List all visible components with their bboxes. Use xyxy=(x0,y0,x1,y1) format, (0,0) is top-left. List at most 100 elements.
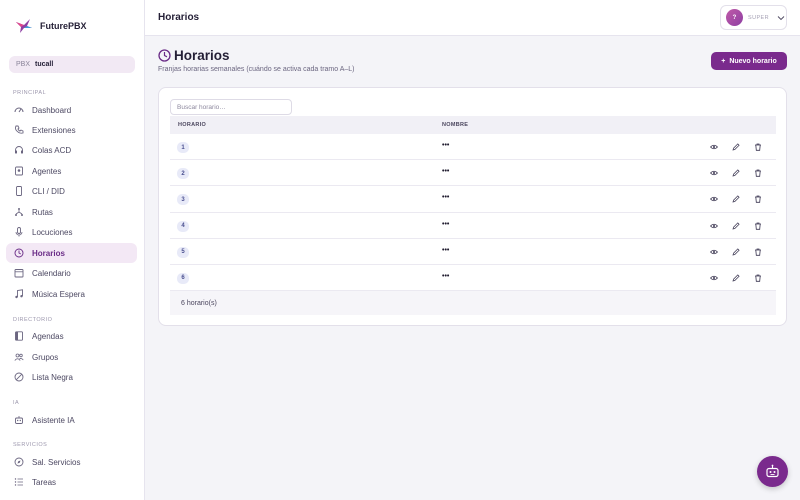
pencil-icon[interactable] xyxy=(731,221,741,231)
sidebar-item-lista-negra[interactable]: Lista Negra xyxy=(6,367,137,387)
section-title-directorio: DIRECTORIO xyxy=(13,317,53,323)
nombre-cell: ••• xyxy=(442,194,450,202)
pencil-icon[interactable] xyxy=(731,194,741,204)
sidebar-item-cli-did[interactable]: CLI / DID xyxy=(6,181,137,201)
pencil-icon[interactable] xyxy=(731,247,741,257)
calendar-icon xyxy=(14,268,24,278)
sidebar-item-label: Rutas xyxy=(32,207,53,217)
column-header-nombre[interactable]: NOMBRE xyxy=(442,122,468,128)
brand[interactable]: FuturePBX xyxy=(14,16,87,36)
sidebar-item-calendario[interactable]: Calendario xyxy=(6,263,137,283)
sidebar-item-asistente-ia[interactable]: Asistente IA xyxy=(6,410,137,430)
sidebar-item-label: Agentes xyxy=(32,166,62,176)
routes-icon xyxy=(14,207,24,217)
eye-icon[interactable] xyxy=(709,194,719,204)
pencil-icon[interactable] xyxy=(731,168,741,178)
sidebar-item-sal-servicios[interactable]: Sal. Servicios xyxy=(6,452,137,472)
sidebar-item-musica-espera[interactable]: Música Espera xyxy=(6,284,137,304)
plus-icon: + xyxy=(721,57,726,65)
headset-icon xyxy=(14,145,24,155)
pbx-value: tucall xyxy=(35,61,54,68)
horario-badge: 3 xyxy=(177,194,189,206)
sidebar-item-label: Extensiones xyxy=(32,125,76,135)
sidebar-item-label: Lista Negra xyxy=(32,372,73,382)
sidebar-item-rutas[interactable]: Rutas xyxy=(6,202,137,222)
sidebar-item-label: Sal. Servicios xyxy=(32,457,81,467)
table-row[interactable]: 3 ••• xyxy=(170,186,776,213)
nombre-cell: ••• xyxy=(442,168,450,176)
sidebar-item-label: Locuciones xyxy=(32,227,73,237)
robot-icon xyxy=(766,464,779,478)
section-title-ia: IA xyxy=(13,400,20,406)
dashboard-icon xyxy=(14,105,24,115)
music-icon xyxy=(14,289,24,299)
trash-icon[interactable] xyxy=(753,194,763,204)
section-title-servicios: SERVICIOS xyxy=(13,442,48,448)
user-menu[interactable]: ? SUPER xyxy=(720,5,787,30)
table-row[interactable]: 1 ••• xyxy=(170,134,776,161)
search-input[interactable] xyxy=(170,99,292,115)
trash-icon[interactable] xyxy=(753,221,763,231)
pencil-icon[interactable] xyxy=(731,142,741,152)
section-title-principal: PRINCIPAL xyxy=(13,90,47,96)
topbar: Horarios ? SUPER xyxy=(145,0,800,36)
pbx-label: PBX xyxy=(16,61,31,68)
sidebar-item-label: Colas ACD xyxy=(32,145,72,155)
eye-icon[interactable] xyxy=(709,273,719,283)
eye-icon[interactable] xyxy=(709,221,719,231)
sidebar-item-agentes[interactable]: Agentes xyxy=(6,161,137,181)
horarios-table: HORARIO NOMBRE 1 ••• 2 ••• 3 ••• 4 ••• 5… xyxy=(170,116,776,292)
sidebar-item-grupos[interactable]: Grupos xyxy=(6,347,137,367)
sidebar-item-extensiones[interactable]: Extensiones xyxy=(6,120,137,140)
pbx-selector[interactable]: PBX tucall xyxy=(9,56,135,73)
sidebar-item-colas-acd[interactable]: Colas ACD xyxy=(6,140,137,160)
page-title: Horarios xyxy=(174,48,230,63)
sidebar: FuturePBX PBX tucall PRINCIPAL Dashboard… xyxy=(0,0,145,500)
sidebar-item-label: Música Espera xyxy=(32,289,85,299)
assistant-fab-button[interactable] xyxy=(757,456,788,487)
trash-icon[interactable] xyxy=(753,273,763,283)
sidebar-item-horarios[interactable]: Horarios xyxy=(6,243,137,263)
horario-badge: 2 xyxy=(177,168,189,180)
sidebar-item-agendas[interactable]: Agendas xyxy=(6,326,137,346)
sidebar-item-label: Grupos xyxy=(32,352,59,362)
user-role: SUPER xyxy=(748,14,769,21)
badge-icon xyxy=(14,166,24,176)
chevron-down-icon xyxy=(777,15,785,20)
sidebar-item-label: Asistente IA xyxy=(32,415,75,425)
table-row[interactable]: 6 ••• xyxy=(170,265,776,292)
table-row[interactable]: 5 ••• xyxy=(170,239,776,265)
sidebar-item-label: CLI / DID xyxy=(32,186,65,196)
eye-icon[interactable] xyxy=(709,168,719,178)
phone-icon xyxy=(14,125,24,135)
nombre-cell: ••• xyxy=(442,272,450,280)
eye-icon[interactable] xyxy=(709,142,719,152)
sidebar-item-label: Horarios xyxy=(32,248,65,258)
horario-badge: 1 xyxy=(177,142,189,153)
trash-icon[interactable] xyxy=(753,168,763,178)
nombre-cell: ••• xyxy=(442,246,450,254)
trash-icon[interactable] xyxy=(753,247,763,257)
sidebar-item-dashboard[interactable]: Dashboard xyxy=(6,100,137,120)
clock-icon xyxy=(14,248,24,258)
sidebar-item-label: Tareas xyxy=(32,477,57,487)
new-horario-button[interactable]: + Nuevo horario xyxy=(711,52,787,70)
block-icon xyxy=(14,372,24,382)
brand-name: FuturePBX xyxy=(40,21,87,31)
sidebar-item-locuciones[interactable]: Locuciones xyxy=(6,222,137,242)
table-row[interactable]: 4 ••• xyxy=(170,213,776,239)
table-row[interactable]: 2 ••• xyxy=(170,160,776,187)
horario-badge: 5 xyxy=(177,246,189,258)
pencil-icon[interactable] xyxy=(731,273,741,283)
mobile-icon xyxy=(14,186,24,196)
column-header-horario[interactable]: HORARIO xyxy=(178,122,206,128)
compass-icon xyxy=(14,457,24,467)
users-icon xyxy=(14,352,24,362)
sidebar-item-tareas[interactable]: Tareas xyxy=(6,472,137,492)
list-icon xyxy=(14,477,24,487)
horario-badge: 6 xyxy=(177,272,189,284)
clock-icon xyxy=(158,49,171,62)
new-horario-label: Nuevo horario xyxy=(729,57,777,65)
trash-icon[interactable] xyxy=(753,142,763,152)
eye-icon[interactable] xyxy=(709,247,719,257)
